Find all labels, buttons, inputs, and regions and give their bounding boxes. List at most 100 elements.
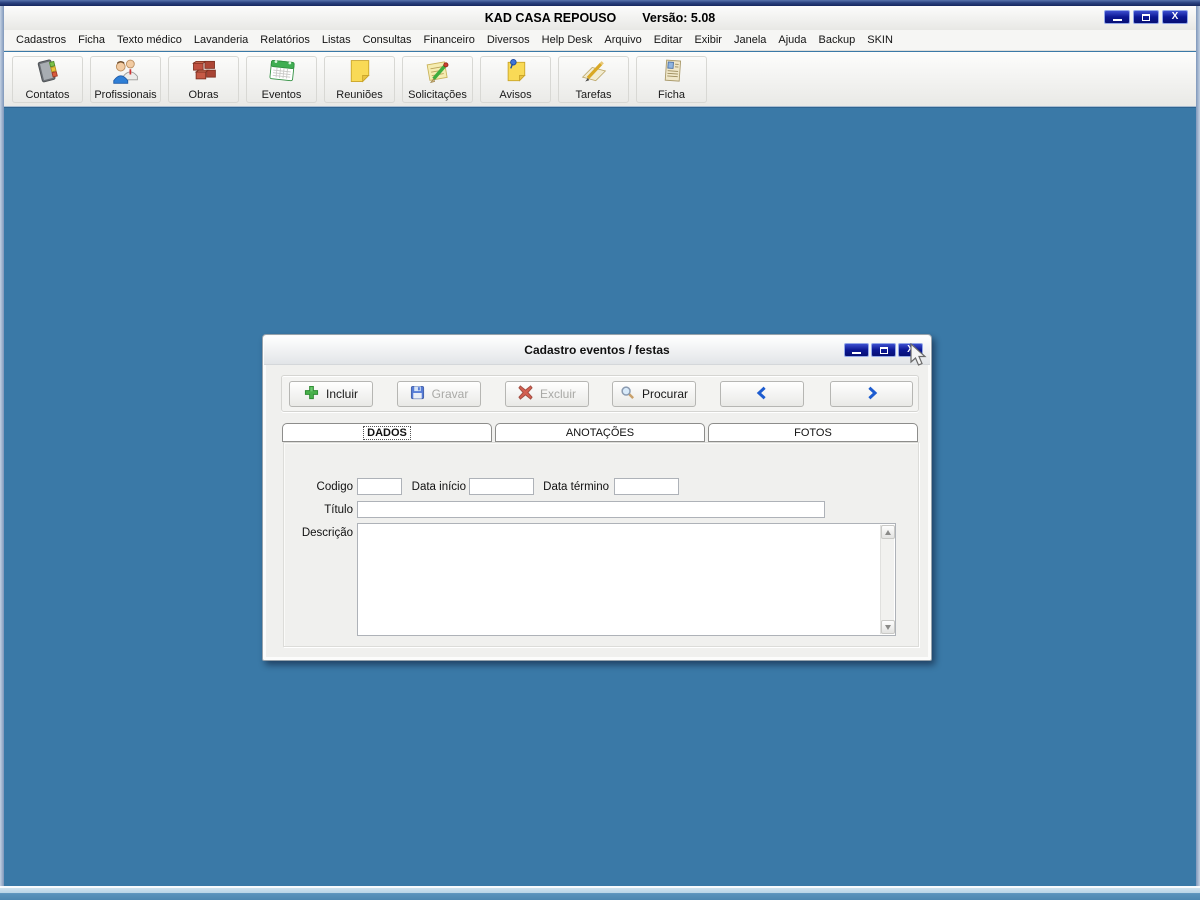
paper-pencil-icon	[579, 57, 609, 88]
procurar-button[interactable]: Procurar	[612, 381, 696, 407]
dialog-tabs: DADOS ANOTAÇÕES FOTOS	[282, 423, 918, 442]
plus-icon	[304, 385, 319, 403]
maximize-icon	[1142, 13, 1150, 21]
toolbar-button-ficha[interactable]: Ficha	[636, 55, 707, 103]
menu-item-janela[interactable]: Janela	[734, 34, 766, 46]
descricao-label: Descrição	[301, 527, 353, 539]
toolbar-button-contatos[interactable]: Contatos	[12, 55, 83, 103]
toolbar-button-solicitacoes[interactable]: Solicitações	[402, 55, 473, 103]
search-icon	[620, 385, 635, 403]
menu-item-backup[interactable]: Backup	[819, 34, 856, 46]
close-icon: X	[1171, 11, 1179, 22]
window-frame-bottom	[0, 886, 1200, 900]
main-toolbar: Contatos Profissionais Obras Eventos Reu…	[4, 52, 1196, 107]
previous-record-button[interactable]	[720, 381, 804, 407]
close-button[interactable]: X	[1162, 10, 1188, 24]
toolbar-button-avisos[interactable]: Avisos	[480, 55, 551, 103]
bricks-icon	[189, 57, 219, 88]
codigo-label: Codigo	[316, 481, 353, 493]
menu-item-cadastros[interactable]: Cadastros	[16, 34, 66, 46]
app-version: Versão: 5.08	[642, 11, 716, 25]
toolbar-button-label: Eventos	[261, 89, 302, 101]
people-icon	[111, 57, 141, 88]
tab-anotacoes[interactable]: ANOTAÇÕES	[495, 423, 705, 442]
descricao-input[interactable]	[358, 524, 880, 635]
excluir-button[interactable]: Excluir	[505, 381, 589, 407]
menu-item-financeiro[interactable]: Financeiro	[424, 34, 475, 46]
descricao-scrollbar[interactable]	[880, 525, 895, 634]
titulo-input[interactable]	[357, 501, 825, 518]
mouse-cursor	[910, 343, 927, 366]
app-title: KAD CASA REPOUSO	[484, 11, 617, 25]
minimize-icon	[1112, 18, 1122, 21]
scroll-down-button[interactable]	[881, 620, 895, 634]
toolbar-button-label: Profissionais	[94, 89, 157, 101]
toolbar-button-profissionais[interactable]: Profissionais	[90, 55, 161, 103]
toolbar-button-label: Reuniões	[336, 89, 383, 101]
data-termino-label: Data término	[543, 481, 609, 493]
document-icon	[657, 57, 687, 88]
toolbar-button-label: Obras	[188, 89, 219, 101]
scroll-up-button[interactable]	[881, 525, 895, 539]
menu-item-editar[interactable]: Editar	[654, 34, 683, 46]
toolbar-button-label: Tarefas	[575, 89, 612, 101]
menu-item-lavanderia[interactable]: Lavanderia	[194, 34, 248, 46]
menu-item-skin[interactable]: SKIN	[867, 34, 893, 46]
dialog-action-panel: Incluir Gravar Excluir Procurar	[281, 375, 919, 412]
dialog-titlebar[interactable]: Cadastro eventos / festas X	[264, 336, 930, 365]
menu-item-help-desk[interactable]: Help Desk	[542, 34, 593, 46]
tab-fotos[interactable]: FOTOS	[708, 423, 918, 442]
tab-dados[interactable]: DADOS	[282, 423, 492, 442]
chevron-right-icon	[865, 386, 879, 403]
delete-icon	[518, 385, 533, 403]
main-titlebar: KAD CASA REPOUSO Versão: 5.08 X	[4, 6, 1196, 30]
main-window-controls: X	[1104, 10, 1188, 24]
descricao-field	[357, 523, 896, 636]
procurar-label: Procurar	[641, 387, 688, 401]
toolbar-button-tarefas[interactable]: Tarefas	[558, 55, 629, 103]
menu-item-exibir[interactable]: Exibir	[694, 34, 722, 46]
excluir-label: Excluir	[539, 387, 576, 401]
dialog-maximize-button[interactable]	[871, 343, 896, 357]
menu-item-listas[interactable]: Listas	[322, 34, 351, 46]
data-inicio-input[interactable]	[469, 478, 534, 495]
toolbar-button-label: Contatos	[25, 89, 70, 101]
dialog-title: Cadastro eventos / festas	[524, 343, 670, 357]
menu-item-relatorios[interactable]: Relatórios	[260, 34, 310, 46]
toolbar-button-label: Solicitações	[408, 89, 467, 101]
menu-bar: Cadastros Ficha Texto médico Lavanderia …	[4, 30, 1196, 51]
menu-item-consultas[interactable]: Consultas	[363, 34, 412, 46]
dialog-minimize-button[interactable]	[844, 343, 869, 357]
save-icon	[410, 385, 425, 403]
toolbar-button-eventos[interactable]: Eventos	[246, 55, 317, 103]
gravar-button[interactable]: Gravar	[397, 381, 481, 407]
menu-item-ajuda[interactable]: Ajuda	[778, 34, 806, 46]
toolbar-button-label: Avisos	[499, 89, 532, 101]
minimize-icon	[852, 351, 861, 354]
toolbar-button-label: Ficha	[658, 89, 685, 101]
next-record-button[interactable]	[830, 381, 913, 407]
scroll-down-icon	[885, 624, 891, 630]
calendar-icon	[267, 57, 297, 88]
window-frame-right	[1196, 6, 1200, 886]
minimize-button[interactable]	[1104, 10, 1130, 24]
scroll-up-icon	[885, 529, 891, 535]
menu-item-ficha[interactable]: Ficha	[78, 34, 105, 46]
menu-item-texto-medico[interactable]: Texto médico	[117, 34, 182, 46]
toolbar-button-reunioes[interactable]: Reuniões	[324, 55, 395, 103]
dialog-cadastro-eventos: Cadastro eventos / festas X Incluir Grav…	[262, 334, 932, 661]
chevron-left-icon	[755, 386, 769, 403]
gravar-label: Gravar	[431, 387, 469, 401]
pinned-note-icon	[501, 57, 531, 88]
maximize-button[interactable]	[1133, 10, 1159, 24]
address-book-icon	[33, 57, 63, 88]
menu-item-arquivo[interactable]: Arquivo	[604, 34, 641, 46]
titulo-label: Título	[324, 504, 353, 516]
data-termino-input[interactable]	[614, 478, 679, 495]
menu-item-diversos[interactable]: Diversos	[487, 34, 530, 46]
note-pencil-icon	[423, 57, 453, 88]
maximize-icon	[879, 346, 888, 354]
sticky-note-icon	[345, 57, 375, 88]
incluir-button[interactable]: Incluir	[289, 381, 373, 407]
toolbar-button-obras[interactable]: Obras	[168, 55, 239, 103]
